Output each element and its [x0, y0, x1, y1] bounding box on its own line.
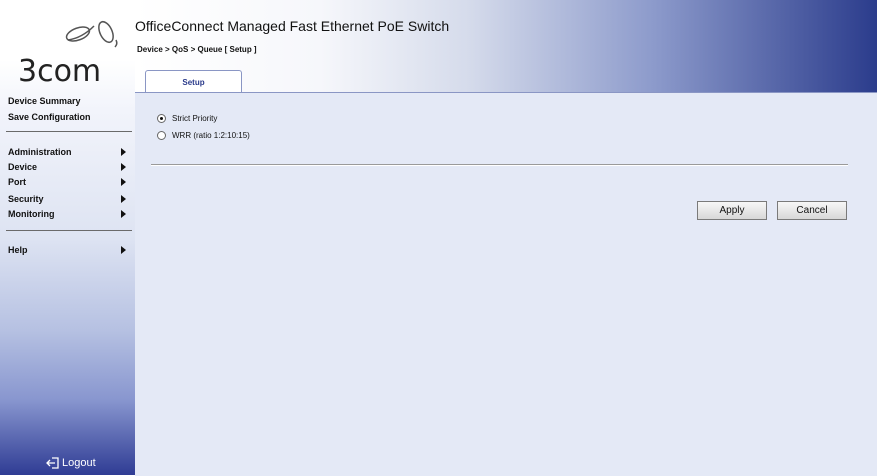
- menu-label: Monitoring: [8, 209, 55, 219]
- 3com-symbol-icon: [65, 20, 118, 48]
- logo-wordmark: 3com: [18, 54, 102, 89]
- device-summary-link[interactable]: Device Summary: [8, 96, 81, 106]
- wrr-radio[interactable]: [157, 131, 166, 140]
- breadcrumb: Device > QoS > Queue [ Setup ]: [137, 45, 257, 54]
- header: OfficeConnect Managed Fast Ethernet PoE …: [135, 0, 877, 93]
- menu-help[interactable]: Help: [8, 245, 130, 255]
- sidebar-divider: [6, 131, 132, 132]
- menu-label: Help: [8, 245, 28, 255]
- logout-link[interactable]: Logout: [46, 457, 96, 469]
- content-divider: [151, 164, 848, 166]
- wrr-option[interactable]: WRR (ratio 1:2:10:15): [157, 131, 250, 140]
- menu-label: Administration: [8, 147, 72, 157]
- page-title: OfficeConnect Managed Fast Ethernet PoE …: [135, 18, 450, 34]
- tab-setup[interactable]: Setup: [145, 70, 242, 93]
- content-panel: Strict Priority WRR (ratio 1:2:10:15) Ap…: [135, 92, 877, 476]
- apply-button[interactable]: Apply: [697, 201, 767, 220]
- 3com-logo: 3com: [8, 14, 133, 89]
- sidebar: 3com Device Summary Save Configuration A…: [0, 0, 135, 475]
- menu-port[interactable]: Port: [8, 177, 130, 187]
- menu-label: Port: [8, 177, 26, 187]
- menu-device[interactable]: Device: [8, 162, 130, 172]
- menu-label: Security: [8, 194, 44, 204]
- strict-priority-option[interactable]: Strict Priority: [157, 114, 217, 123]
- strict-priority-label: Strict Priority: [172, 114, 218, 123]
- logout-icon: [46, 457, 59, 469]
- arrow-right-icon: [121, 148, 126, 156]
- cancel-button[interactable]: Cancel: [777, 201, 847, 220]
- menu-label: Device: [8, 162, 38, 172]
- strict-priority-radio[interactable]: [157, 114, 166, 123]
- menu-administration[interactable]: Administration: [8, 147, 130, 157]
- wrr-label: WRR (ratio 1:2:10:15): [172, 131, 250, 140]
- menu-security[interactable]: Security: [8, 194, 130, 204]
- menu-monitoring[interactable]: Monitoring: [8, 209, 130, 219]
- logout-label: Logout: [62, 457, 96, 469]
- save-configuration-link[interactable]: Save Configuration: [8, 112, 91, 122]
- arrow-right-icon: [121, 195, 126, 203]
- arrow-right-icon: [121, 178, 126, 186]
- sidebar-divider: [6, 230, 132, 231]
- arrow-right-icon: [121, 163, 126, 171]
- arrow-right-icon: [121, 210, 126, 218]
- arrow-right-icon: [121, 246, 126, 254]
- tab-label: Setup: [182, 78, 205, 87]
